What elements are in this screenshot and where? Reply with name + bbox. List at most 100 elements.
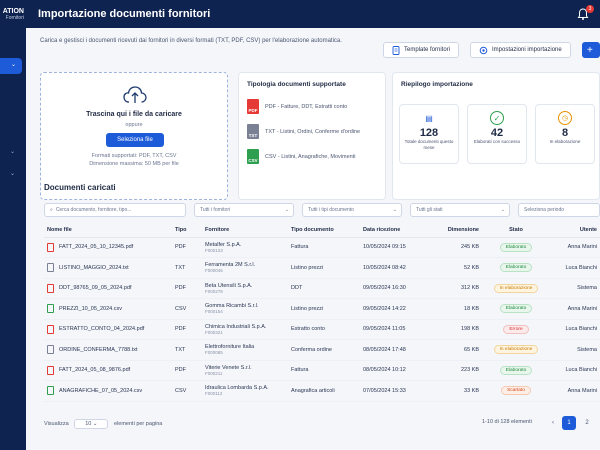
plus-icon: +	[587, 44, 593, 56]
col-user[interactable]: Utente	[550, 223, 600, 238]
cell-status: Errore	[482, 319, 550, 340]
csv-file-icon: CSV	[247, 149, 259, 164]
page-2-button[interactable]: 2	[580, 416, 594, 430]
table-row[interactable]: DDT_98765_09_05_2024.pdf PDF Beta Utensili…	[44, 278, 600, 299]
cell-doctype: Fattura	[288, 360, 360, 381]
page-size-select[interactable]: 10 ⌄	[74, 419, 109, 429]
cell-size: 245 KB	[426, 237, 482, 258]
col-doctype[interactable]: Tipo documento	[288, 223, 360, 238]
gear-icon	[479, 46, 488, 54]
table-header-row: Nome file Tipo Fornitore Tipo documento …	[44, 223, 600, 238]
cell-date: 09/05/2024 11:05	[360, 319, 426, 340]
cell-size: 312 KB	[426, 278, 482, 299]
cell-filename[interactable]: LISTINO_MAGGIO_2024.txt	[44, 257, 172, 279]
stat-success-value: 42	[490, 127, 504, 139]
search-input[interactable]: ⌕ Cerca documento, fornitore, tipo...	[44, 203, 186, 217]
upload-title: Trascina qui i file da caricare	[86, 111, 182, 118]
cell-type: CSV	[172, 298, 202, 320]
cell-date: 08/05/2024 17:48	[360, 339, 426, 361]
file-icon	[47, 386, 54, 396]
page-1-button[interactable]: 1	[562, 416, 576, 430]
status-filter[interactable]: Tutti gli stati ⌄	[410, 203, 510, 217]
summary-title: Riepilogo importazione	[401, 81, 473, 88]
cell-date: 08/05/2024 10:12	[360, 360, 426, 381]
cell-type: TXT	[172, 339, 202, 361]
table-row[interactable]: FATT_2024_05_10_12345.pdf PDF Metalfer S.p…	[44, 237, 600, 258]
chevron-down-icon[interactable]: ⌄	[10, 148, 15, 155]
cell-user: Anna Marini	[550, 380, 600, 402]
col-type[interactable]: Tipo	[172, 223, 202, 238]
cell-user: Sistema	[550, 278, 600, 299]
stat-processing-label: In elaborazione	[549, 139, 581, 144]
cell-doctype: Fattura	[288, 237, 360, 258]
notification-badge: 3	[586, 5, 594, 13]
file-icon	[47, 283, 54, 293]
chevron-down-icon: ⌄	[11, 62, 17, 68]
table-row[interactable]: ANAGRAFICHE_07_05_2024.csv CSV Idraulica L…	[44, 380, 600, 402]
status-badge: Elaborato	[499, 365, 533, 375]
col-supplier[interactable]: Fornitore	[202, 223, 288, 238]
cell-status: In elaborazione	[482, 339, 550, 361]
cell-supplier: Gomma Ricambi S.r.l. F000154	[202, 298, 288, 320]
cell-status: Elaborato	[482, 237, 550, 258]
stat-success: ✓ 42 Elaborati con successo	[467, 104, 527, 164]
status-badge: Scartato	[501, 386, 531, 396]
table-row[interactable]: ORDINE_CONFERMA_7788.txt TXT Elettrofornit…	[44, 339, 600, 361]
col-filename[interactable]: Nome file	[44, 223, 172, 238]
cell-date: 09/05/2024 16:30	[360, 278, 426, 299]
col-size[interactable]: Dimensione	[426, 223, 482, 238]
chevron-down-icon[interactable]: ⌄	[10, 170, 15, 177]
cell-filename[interactable]: PREZZI_10_05_2024.csv	[44, 298, 172, 320]
sidebar-active-item[interactable]: ⌄	[0, 58, 22, 74]
page-title: Importazione documenti fornitori	[38, 8, 211, 20]
file-icon	[47, 324, 54, 334]
import-settings-button[interactable]: Impostazioni importazione	[470, 42, 571, 58]
add-button[interactable]: +	[582, 42, 600, 58]
stat-total-value: 128	[419, 127, 439, 139]
cell-size: 18 KB	[426, 298, 482, 320]
cell-type: PDF	[172, 278, 202, 299]
clock-icon: ◷	[558, 111, 572, 125]
cell-doctype: Listino prezzi	[288, 298, 360, 320]
file-icon	[47, 242, 54, 252]
max-size: Dimensione massima: 50 MB per file	[89, 161, 179, 167]
status-badge: Errore	[503, 324, 529, 334]
type-txt: TXT TXT - Listini, Ordini, Conferme d'ord…	[247, 124, 360, 139]
cell-filename[interactable]: DDT_98765_09_05_2024.pdf	[44, 278, 172, 299]
cell-doctype: Estratto conto	[288, 319, 360, 340]
cell-type: PDF	[172, 319, 202, 340]
chevron-down-icon: ⌄	[284, 207, 289, 213]
cell-filename[interactable]: FATT_2024_05_10_12345.pdf	[44, 237, 172, 258]
table-row[interactable]: LISTINO_MAGGIO_2024.txt TXT Ferramenta 2M …	[44, 257, 600, 279]
supplier-filter[interactable]: Tutti i fornitori ⌄	[194, 203, 294, 217]
doctype-filter[interactable]: Tutti i tipi documento ⌄	[302, 203, 402, 217]
cell-filename[interactable]: FATT_2024_05_08_9876.pdf	[44, 360, 172, 381]
supplier-code: F000045	[205, 268, 223, 274]
table-row[interactable]: ESTRATTO_CONTO_04_2024.pdf PDF Chimica Ind…	[44, 319, 600, 340]
table-row[interactable]: PREZZI_10_05_2024.csv CSV Gomma Ricambi S.…	[44, 298, 600, 320]
file-icon	[47, 263, 54, 273]
supplier-name: Chimica Industriali S.p.A.	[205, 323, 267, 330]
cell-supplier: Chimica Industriali S.p.A. F000321	[202, 319, 288, 340]
page-description: Carica e gestisci i documenti ricevuti d…	[40, 38, 342, 44]
filename-text: PREZZI_10_05_2024.csv	[59, 305, 122, 312]
type-csv-label: CSV - Listini, Anagrafiche, Movimenti	[265, 153, 356, 160]
cell-filename[interactable]: ORDINE_CONFERMA_7788.txt	[44, 339, 172, 361]
type-pdf: PDF PDF - Fatture, DDT, Estratti conto	[247, 99, 347, 114]
txt-file-icon: TXT	[247, 124, 259, 139]
prev-page-button[interactable]: ‹	[546, 416, 560, 430]
supported-formats: Formati supportati: PDF, TXT, CSV	[91, 153, 177, 159]
cell-status: Elaborato	[482, 360, 550, 381]
cell-user: Anna Marini	[550, 237, 600, 258]
filename-text: DDT_98765_09_05_2024.pdf	[59, 285, 132, 292]
cell-filename[interactable]: ANAGRAFICHE_07_05_2024.csv	[44, 380, 172, 402]
cell-supplier: Metalfer S.p.A. F000123	[202, 237, 288, 258]
table-row[interactable]: FATT_2024_05_08_9876.pdf PDF Viterie Venet…	[44, 360, 600, 381]
col-status[interactable]: Stato	[482, 223, 550, 238]
supplier-templates-button[interactable]: Template fornitori	[383, 42, 460, 58]
col-date[interactable]: Data ricezione	[360, 223, 426, 238]
select-file-button[interactable]: Seleziona file	[106, 133, 164, 147]
cell-filename[interactable]: ESTRATTO_CONTO_04_2024.pdf	[44, 319, 172, 340]
cell-supplier: Idraulica Lombarda S.p.A. F000112	[202, 380, 288, 402]
period-filter[interactable]: Seleziona periodo	[518, 203, 600, 217]
